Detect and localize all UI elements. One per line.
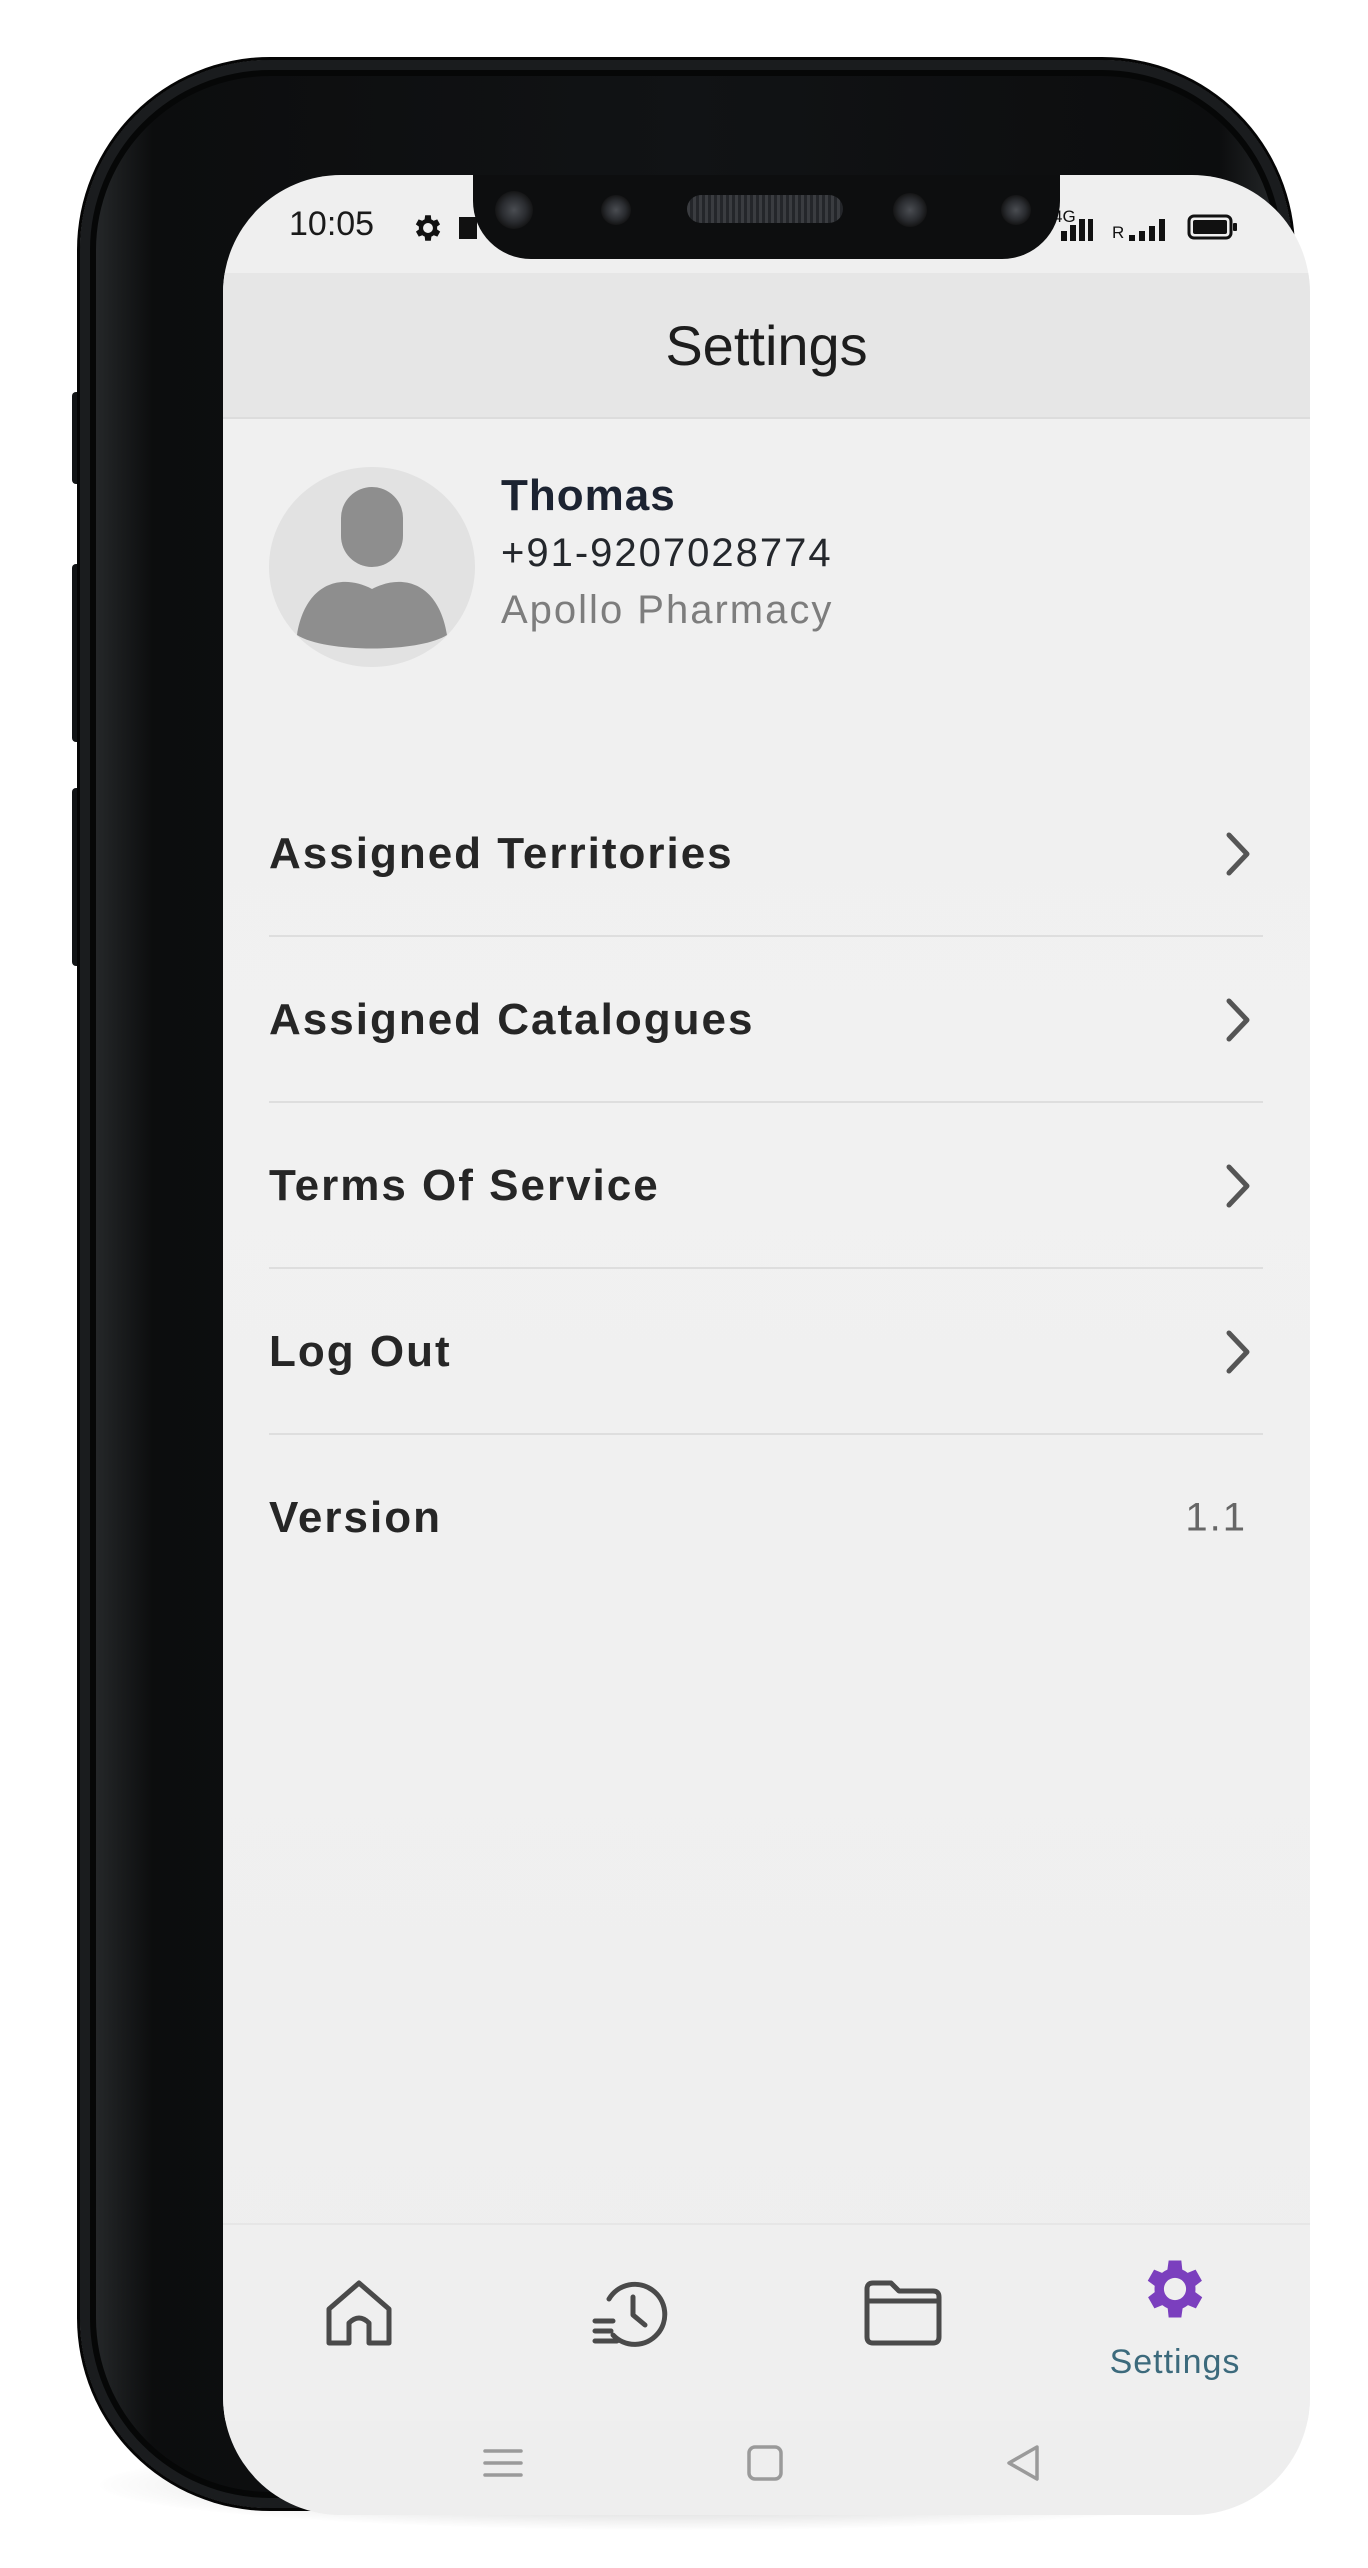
camera-notch (473, 175, 1060, 259)
version-value: 1.1 (1185, 1495, 1247, 1540)
signal-strength-icon (1061, 219, 1093, 241)
front-camera-2-icon (893, 193, 927, 227)
app-header: Settings (223, 273, 1310, 419)
menu-item-assigned-catalogues[interactable]: Assigned Catalogues (269, 937, 1263, 1103)
bottom-nav: Settings (223, 2223, 1310, 2421)
phone-frame: 10:05 4G R Settings Thomas +91-920702877… (80, 60, 1310, 2515)
nav-settings-label: Settings (1109, 2343, 1241, 2381)
menu-item-label: Log Out (269, 1327, 452, 1376)
profile-phone: +91-9207028774 (501, 531, 833, 575)
menu-item-version: Version 1.1 (269, 1435, 1263, 1601)
page-title: Settings (665, 313, 868, 377)
folder-icon (864, 2280, 942, 2346)
nav-files[interactable] (813, 2225, 993, 2421)
history-icon (592, 2281, 668, 2347)
gear-status-icon (415, 215, 441, 241)
version-label: Version (269, 1493, 442, 1542)
gear-icon (1147, 2260, 1203, 2318)
nav-settings[interactable]: Settings (1085, 2225, 1265, 2421)
system-nav-bar (223, 2419, 1310, 2515)
chevron-right-icon (1226, 1330, 1250, 1374)
menu-item-label: Assigned Catalogues (269, 995, 755, 1044)
back-button-icon[interactable] (1001, 2441, 1045, 2485)
person-avatar-icon (269, 467, 475, 667)
menu-item-terms-of-service[interactable]: Terms Of Service (269, 1103, 1263, 1269)
proximity-sensor-icon (1001, 195, 1031, 225)
roaming-label: R (1112, 223, 1125, 242)
chevron-right-icon (1226, 832, 1250, 876)
menu-item-label: Assigned Territories (269, 829, 734, 878)
battery-icon (1187, 214, 1237, 240)
nav-history[interactable] (541, 2225, 721, 2421)
earpiece-speaker (687, 195, 843, 223)
front-camera-icon (495, 191, 533, 229)
home-button-icon[interactable] (743, 2441, 787, 2485)
status-time: 10:05 (289, 205, 375, 243)
signal-strength-2-icon (1129, 219, 1165, 241)
profile-company: Apollo Pharmacy (501, 588, 834, 632)
menu-item-log-out[interactable]: Log Out (269, 1269, 1263, 1435)
chevron-right-icon (1226, 1164, 1250, 1208)
recent-apps-icon[interactable] (481, 2441, 525, 2485)
menu-item-label: Terms Of Service (269, 1161, 660, 1210)
nav-home[interactable] (269, 2225, 449, 2421)
home-icon (326, 2280, 392, 2346)
profile-name: Thomas (501, 471, 676, 520)
phone-screen: 10:05 4G R Settings Thomas +91-920702877… (223, 175, 1310, 2515)
sensor-icon (601, 195, 631, 225)
chevron-right-icon (1226, 998, 1250, 1042)
menu-item-assigned-territories[interactable]: Assigned Territories (269, 771, 1263, 937)
